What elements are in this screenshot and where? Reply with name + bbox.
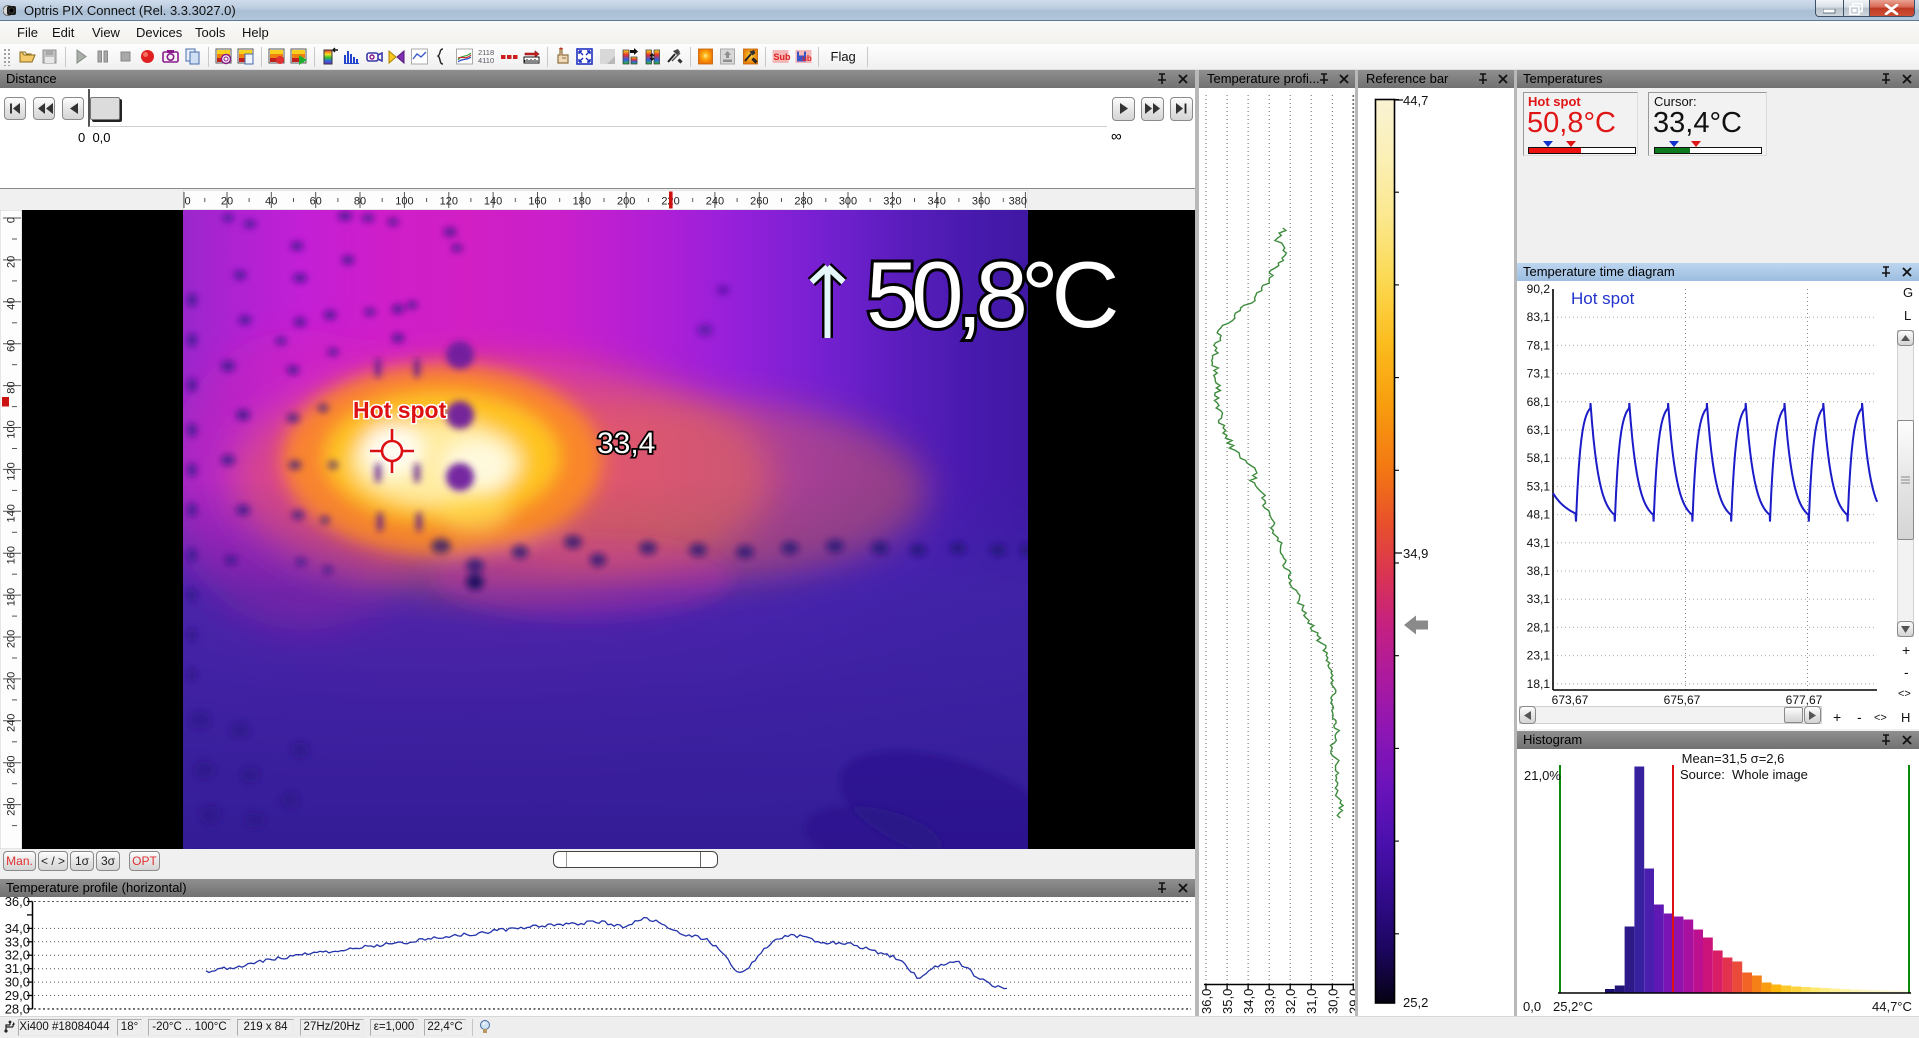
svg-text:100: 100: [6, 420, 18, 438]
svg-text:73,1: 73,1: [1527, 367, 1551, 381]
svg-text:33,1: 33,1: [1527, 592, 1551, 606]
svg-text:260: 260: [6, 756, 18, 774]
svg-text:31,0: 31,0: [1304, 989, 1319, 1014]
svg-text:23,1: 23,1: [1527, 649, 1551, 663]
svg-text:60: 60: [310, 196, 322, 208]
svg-text:120: 120: [440, 196, 458, 208]
svg-text:44,7°C: 44,7°C: [1872, 999, 1912, 1014]
svg-text:280: 280: [794, 196, 812, 208]
svg-text:25,2°C: 25,2°C: [1553, 999, 1593, 1014]
svg-text:50,8°C: 50,8°C: [866, 242, 1117, 347]
svg-text:38,1: 38,1: [1527, 564, 1551, 578]
svg-text:4110: 4110: [478, 56, 494, 65]
svg-text:48,1: 48,1: [1527, 508, 1551, 522]
svg-text:160: 160: [6, 546, 18, 564]
svg-text:80: 80: [354, 196, 366, 208]
svg-text:180: 180: [573, 196, 591, 208]
svg-text:180: 180: [6, 588, 18, 606]
svg-text:Hot spot: Hot spot: [1571, 289, 1635, 308]
svg-text:673,67: 673,67: [1552, 693, 1589, 707]
svg-text:43,1: 43,1: [1527, 536, 1551, 550]
svg-text:53,1: 53,1: [1527, 479, 1551, 493]
svg-text:34,9: 34,9: [1403, 546, 1428, 561]
svg-text:280: 280: [6, 797, 18, 815]
svg-text:60: 60: [6, 340, 18, 352]
svg-text:32,0: 32,0: [1283, 989, 1298, 1014]
svg-text:220: 220: [6, 672, 18, 690]
svg-text:20: 20: [6, 256, 18, 268]
svg-text:160: 160: [528, 196, 546, 208]
svg-text:33,4: 33,4: [597, 427, 655, 460]
svg-text:340: 340: [928, 196, 946, 208]
svg-text:29,0: 29,0: [1346, 989, 1355, 1014]
svg-text:-: -: [1904, 664, 1909, 680]
svg-text:33,0: 33,0: [1262, 989, 1277, 1014]
svg-text:H: H: [1901, 710, 1910, 725]
svg-text:58,1: 58,1: [1527, 451, 1551, 465]
svg-text:320: 320: [883, 196, 901, 208]
svg-text:675,67: 675,67: [1664, 693, 1701, 707]
svg-text:100: 100: [395, 196, 413, 208]
svg-text:83,1: 83,1: [1527, 310, 1551, 324]
svg-text:240: 240: [6, 714, 18, 732]
svg-text:677,67: 677,67: [1786, 693, 1823, 707]
svg-text:+: +: [1833, 709, 1841, 725]
svg-text:140: 140: [6, 504, 18, 522]
svg-text:240: 240: [706, 196, 724, 208]
svg-text:68,1: 68,1: [1527, 395, 1551, 409]
svg-text:80: 80: [6, 381, 18, 393]
svg-text:36,0: 36,0: [1199, 989, 1214, 1014]
svg-text:120: 120: [6, 462, 18, 480]
svg-text:28,0: 28,0: [5, 1001, 30, 1016]
svg-text:140: 140: [484, 196, 502, 208]
svg-text:+: +: [1902, 642, 1910, 658]
svg-text:34,0: 34,0: [1241, 989, 1256, 1014]
svg-text:20: 20: [221, 196, 233, 208]
svg-text:30,0: 30,0: [1325, 989, 1340, 1014]
svg-text:Hot spot: Hot spot: [353, 397, 447, 423]
svg-text:35,0: 35,0: [1220, 989, 1235, 1014]
svg-text:0: 0: [185, 196, 191, 208]
svg-text:300: 300: [839, 196, 857, 208]
svg-text:Source: Whole image: Source: Whole image: [1680, 767, 1808, 782]
svg-text:200: 200: [6, 630, 18, 648]
svg-text:78,1: 78,1: [1527, 338, 1551, 352]
svg-text:<>: <>: [1874, 712, 1887, 724]
svg-text:<>: <>: [1898, 688, 1911, 700]
svg-text:ub: ub: [802, 54, 812, 63]
svg-text:0: 0: [6, 217, 18, 223]
svg-text:360: 360: [972, 196, 990, 208]
svg-text:0,0: 0,0: [1523, 999, 1541, 1014]
svg-text:380: 380: [1009, 196, 1027, 208]
svg-text:-: -: [1857, 709, 1862, 725]
svg-text:36,0: 36,0: [5, 897, 30, 909]
svg-text:63,1: 63,1: [1527, 423, 1551, 437]
svg-text:G: G: [1903, 285, 1913, 300]
svg-text:44,7: 44,7: [1403, 93, 1428, 108]
svg-text:260: 260: [750, 196, 768, 208]
svg-text:40: 40: [6, 298, 18, 310]
svg-text:90,2: 90,2: [1527, 282, 1551, 296]
svg-text:28,1: 28,1: [1527, 620, 1551, 634]
svg-text:Mean=31,5 σ=2,6: Mean=31,5 σ=2,6: [1682, 751, 1785, 766]
svg-text:25,2: 25,2: [1403, 995, 1428, 1010]
svg-text:200: 200: [617, 196, 635, 208]
svg-text:40: 40: [265, 196, 277, 208]
svg-text:Sub: Sub: [774, 52, 792, 62]
svg-text:18,1: 18,1: [1527, 677, 1551, 691]
svg-text:21,0%: 21,0%: [1524, 768, 1561, 783]
svg-text:L: L: [1904, 308, 1911, 323]
